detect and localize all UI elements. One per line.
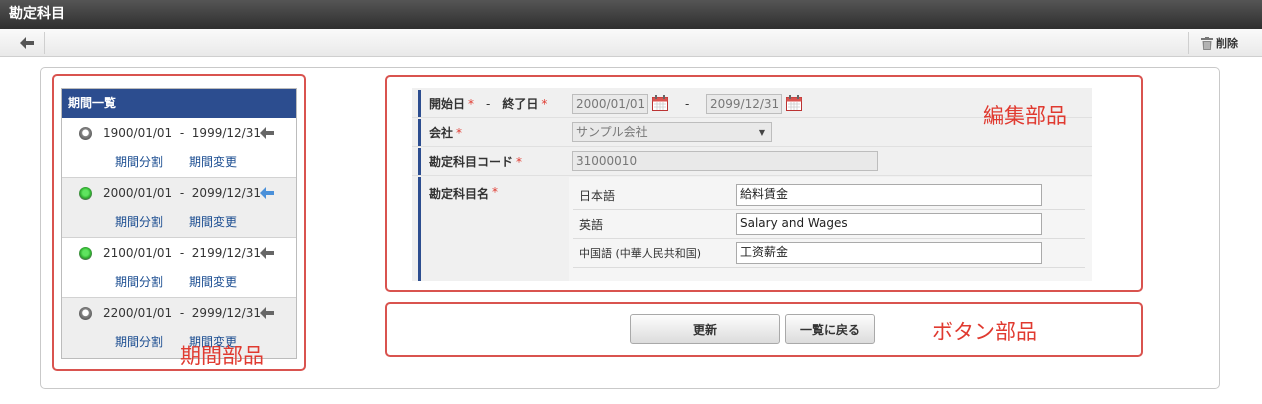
back-button[interactable] — [9, 32, 45, 54]
period-part-annotation-box — [52, 74, 306, 371]
back-arrow-icon — [19, 37, 34, 49]
button-part-label: ボタン部品 — [932, 320, 1037, 344]
delete-label: 削除 — [1216, 37, 1238, 50]
toolbar: 削除 — [0, 29, 1262, 57]
period-part-label: 期間部品 — [180, 344, 264, 368]
edit-part-label: 編集部品 — [983, 104, 1067, 128]
trash-icon — [1201, 36, 1213, 50]
delete-button[interactable]: 削除 — [1188, 32, 1250, 54]
window-title: 勘定科目 — [0, 0, 1262, 29]
